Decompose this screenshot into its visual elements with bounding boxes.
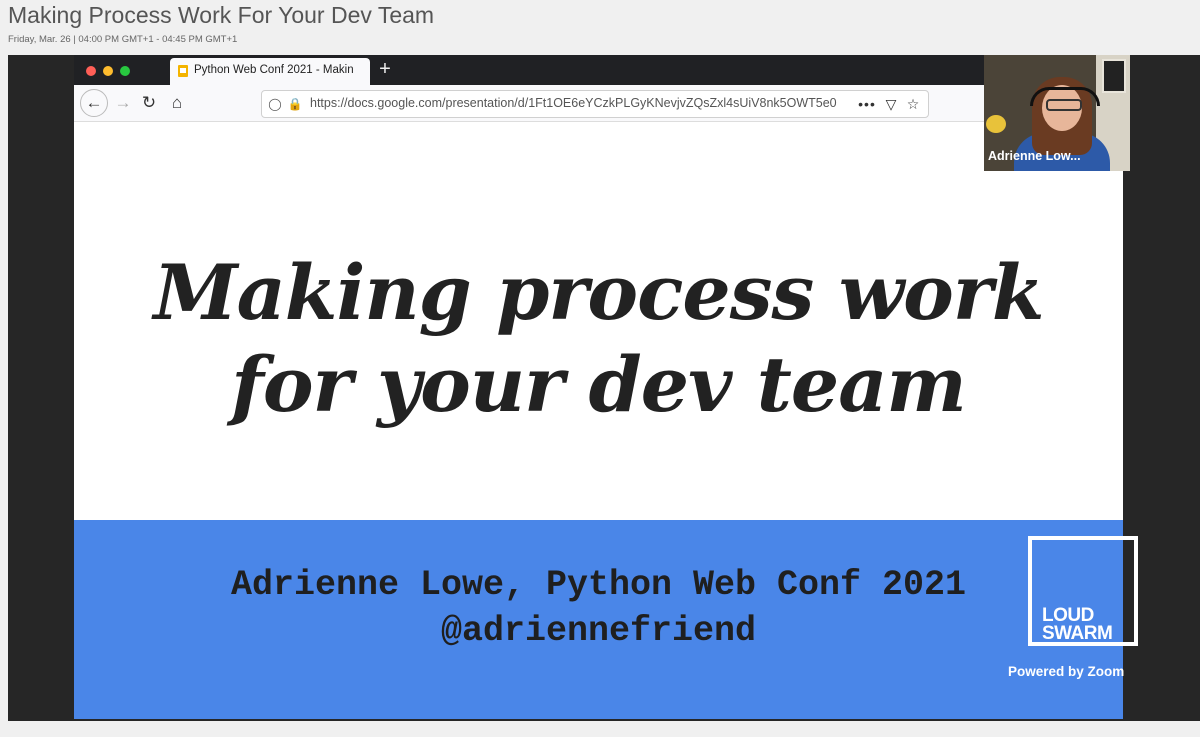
new-tab-button[interactable]: + <box>374 57 396 81</box>
speaker-glasses <box>1046 99 1082 111</box>
more-icon[interactable]: ••• <box>856 93 878 115</box>
webcam-plant <box>986 115 1006 133</box>
browser-tab-label: Python Web Conf 2021 - Makin <box>194 64 354 76</box>
window-maximize-dot[interactable] <box>120 66 130 76</box>
video-stage[interactable]: Python Web Conf 2021 - Makin + ← → ↻ ⌂ ◯… <box>8 55 1200 721</box>
webcam-window <box>1102 59 1126 93</box>
bottom-strip <box>0 721 1200 737</box>
page-title: Making Process Work For Your Dev Team <box>8 2 435 28</box>
browser-tab[interactable]: Python Web Conf 2021 - Makin <box>170 58 370 85</box>
slide-title-line1: Making process work <box>153 248 1044 337</box>
slide-title: Making process work for your dev team <box>74 247 1123 431</box>
slide-footer-band: Adrienne Lowe, Python Web Conf 2021 @adr… <box>74 520 1123 719</box>
pocket-icon[interactable]: ▽ <box>880 93 902 115</box>
slides-favicon-icon <box>178 65 188 77</box>
window-close-dot[interactable] <box>86 66 96 76</box>
back-icon[interactable]: ← <box>80 89 108 117</box>
presentation-slide: Making process work for your dev team <box>74 122 1123 520</box>
powered-by-zoom: Powered by Zoom <box>1008 664 1125 679</box>
reload-icon[interactable]: ↻ <box>136 90 162 116</box>
forward-icon[interactable]: → <box>110 90 136 116</box>
bookmark-star-icon[interactable]: ☆ <box>902 93 924 115</box>
slide-title-line2: for your dev team <box>231 340 967 429</box>
address-bar[interactable]: ◯ 🔒 https://docs.google.com/presentation… <box>261 90 929 118</box>
shield-icon[interactable]: ◯ <box>266 94 284 114</box>
browser-tabbar: Python Web Conf 2021 - Makin + <box>74 55 1124 85</box>
speaker-webcam[interactable]: Adrienne Low... <box>984 55 1130 171</box>
lock-icon[interactable]: 🔒 <box>286 94 304 114</box>
url-text[interactable]: https://docs.google.com/presentation/d/1… <box>310 96 850 110</box>
browser-navbar: ← → ↻ ⌂ ◯ 🔒 https://docs.google.com/pres… <box>74 85 1124 122</box>
speaker-name-label: Adrienne Low... <box>988 149 1081 163</box>
session-schedule: Friday, Mar. 26 | 04:00 PM GMT+1 - 04:45… <box>8 34 238 45</box>
home-icon[interactable]: ⌂ <box>164 90 190 116</box>
window-minimize-dot[interactable] <box>103 66 113 76</box>
logo-line-swarm: SWARM <box>1042 623 1113 644</box>
slide-author-line: Adrienne Lowe, Python Web Conf 2021 <box>230 565 967 605</box>
loudswarm-logo: LOUD SWARM <box>1028 536 1138 646</box>
slide-handle-line: @adriennefriend <box>440 611 757 651</box>
